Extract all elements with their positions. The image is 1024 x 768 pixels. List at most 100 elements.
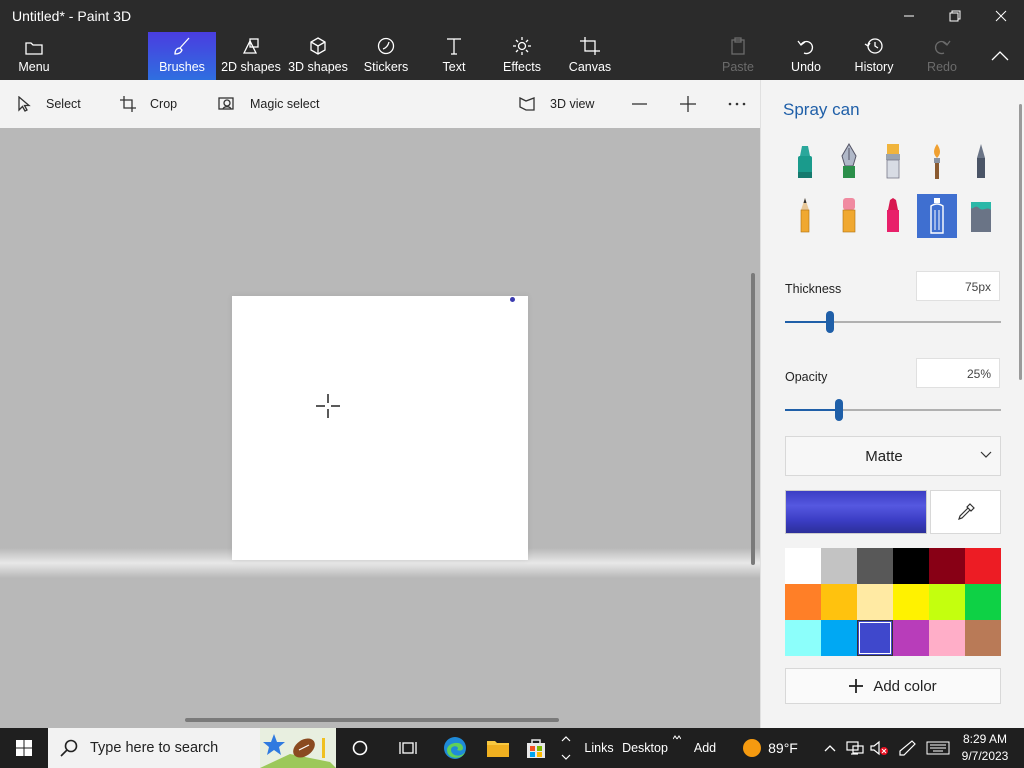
color-swatch[interactable] <box>893 620 929 656</box>
start-button[interactable] <box>0 728 48 768</box>
color-swatch[interactable] <box>965 584 1001 620</box>
opacity-input[interactable]: 25% <box>916 358 1000 388</box>
text-label: Text <box>442 60 466 74</box>
minimize-button[interactable] <box>886 0 932 32</box>
3d-view-icon <box>519 96 535 111</box>
links-toolbar[interactable]: Links <box>582 728 616 768</box>
paste-button[interactable]: Paste <box>718 32 758 80</box>
opacity-slider[interactable] <box>785 399 1001 421</box>
history-button[interactable]: History <box>850 32 898 80</box>
finish-dropdown[interactable]: Matte <box>785 436 1001 476</box>
marker-brush[interactable] <box>785 140 825 184</box>
tab-effects[interactable]: Effects <box>500 32 544 80</box>
color-swatch[interactable] <box>785 584 821 620</box>
thickness-input[interactable]: 75px <box>916 271 1000 301</box>
zoom-in-button[interactable] <box>680 80 696 128</box>
undo-button[interactable]: Undo <box>786 32 826 80</box>
color-swatch[interactable] <box>785 620 821 656</box>
more-options-button[interactable] <box>728 80 746 128</box>
weather-widget[interactable]: 89°F <box>736 728 804 768</box>
color-swatch[interactable] <box>929 548 965 584</box>
volume-button[interactable] <box>868 728 890 768</box>
watercolor-brush[interactable] <box>917 140 957 184</box>
color-swatch[interactable] <box>821 620 857 656</box>
color-palette <box>785 548 1001 656</box>
spray-can-icon <box>930 198 944 234</box>
minimize-icon <box>904 15 914 17</box>
fill-brush[interactable] <box>961 194 1001 238</box>
add-toolbar[interactable]: Add <box>690 728 720 768</box>
volume-muted-icon <box>870 740 888 756</box>
drawing-canvas[interactable] <box>232 296 528 560</box>
thickness-slider-thumb[interactable] <box>826 311 834 333</box>
redo-label: Redo <box>927 60 957 74</box>
toolbar-overflow-button[interactable] <box>670 728 684 768</box>
vertical-scrollbar[interactable] <box>751 273 755 565</box>
keyboard-icon <box>926 741 950 755</box>
magic-select-button[interactable]: Magic select <box>218 80 319 128</box>
redo-button[interactable]: Redo <box>924 32 960 80</box>
zoom-out-button[interactable] <box>632 80 648 128</box>
edge-button[interactable] <box>434 728 476 768</box>
show-hidden-icons-button[interactable] <box>820 728 840 768</box>
color-swatch[interactable] <box>965 548 1001 584</box>
tab-stickers[interactable]: Stickers <box>360 32 412 80</box>
panel-scrollbar[interactable] <box>1019 104 1022 380</box>
crayon-brush[interactable] <box>873 194 913 238</box>
menu-button[interactable]: Menu <box>12 32 56 80</box>
pen-workspace-button[interactable] <box>896 728 918 768</box>
store-button[interactable] <box>520 728 552 768</box>
tab-brushes[interactable]: Brushes <box>148 32 216 80</box>
color-swatch[interactable] <box>893 548 929 584</box>
plus-icon <box>680 96 696 112</box>
tab-3d-shapes[interactable]: 3D shapes <box>288 32 348 80</box>
chevron-up-icon <box>824 745 836 752</box>
cortana-button[interactable] <box>340 728 380 768</box>
color-swatch[interactable] <box>857 584 893 620</box>
pixel-pen-brush[interactable] <box>961 140 1001 184</box>
canvas-workspace[interactable] <box>0 128 760 728</box>
collapse-ribbon-button[interactable] <box>982 32 1018 80</box>
color-swatch[interactable] <box>857 620 893 656</box>
color-swatch[interactable] <box>821 548 857 584</box>
color-swatch[interactable] <box>893 584 929 620</box>
color-swatch[interactable] <box>857 548 893 584</box>
color-swatch[interactable] <box>821 584 857 620</box>
file-explorer-button[interactable] <box>478 728 518 768</box>
thickness-slider[interactable] <box>785 311 1001 333</box>
magic-select-label: Magic select <box>250 97 320 111</box>
desktop-toolbar[interactable]: Desktop <box>620 728 670 768</box>
color-swatch[interactable] <box>965 620 1001 656</box>
opacity-slider-thumb[interactable] <box>835 399 843 421</box>
network-button[interactable] <box>844 728 866 768</box>
calligraphy-pen-brush[interactable] <box>829 140 869 184</box>
select-button[interactable]: Select <box>16 80 81 128</box>
add-color-button[interactable]: Add color <box>785 668 1001 704</box>
horizontal-scrollbar[interactable] <box>185 718 559 722</box>
eraser-brush[interactable] <box>829 194 869 238</box>
color-swatch[interactable] <box>929 584 965 620</box>
crop-button[interactable]: Crop <box>120 80 177 128</box>
taskbar-scroll-button[interactable] <box>556 728 576 768</box>
color-swatch[interactable] <box>785 548 821 584</box>
network-icon <box>846 741 864 755</box>
tab-canvas[interactable]: Canvas <box>566 32 614 80</box>
close-button[interactable] <box>978 0 1024 32</box>
oil-brush[interactable] <box>873 140 913 184</box>
pencil-brush[interactable] <box>785 194 825 238</box>
system-clock[interactable]: 8:29 AM 9/7/2023 <box>956 731 1014 765</box>
color-swatch[interactable] <box>929 620 965 656</box>
current-color-swatch[interactable] <box>785 490 927 534</box>
touch-keyboard-button[interactable] <box>924 728 952 768</box>
3d-view-button[interactable]: 3D view <box>518 80 594 128</box>
marker-icon <box>798 146 812 178</box>
tab-text[interactable]: Text <box>434 32 474 80</box>
canvas-crop-icon <box>580 37 600 55</box>
tab-2d-shapes[interactable]: 2D shapes <box>220 32 282 80</box>
eyedropper-button[interactable] <box>930 490 1001 534</box>
chevron-down-icon <box>980 451 992 458</box>
task-view-button[interactable] <box>388 728 428 768</box>
spray-can-brush[interactable] <box>917 194 957 238</box>
restore-button[interactable] <box>932 0 978 32</box>
search-box[interactable]: Type here to search <box>48 728 336 768</box>
